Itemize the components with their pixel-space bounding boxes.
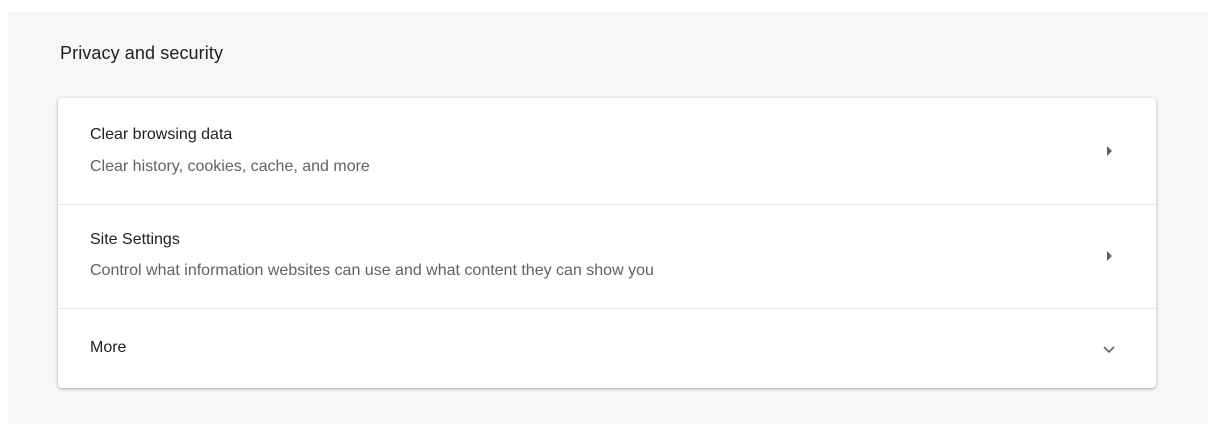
clear-browsing-data-label: Clear browsing data bbox=[90, 126, 233, 143]
arrow-right-icon[interactable] bbox=[1107, 146, 1112, 156]
section-title: Privacy and security bbox=[60, 43, 224, 63]
chevron-down-icon[interactable] bbox=[1102, 342, 1116, 356]
privacy-security-card: Clear browsing data Clear history, cooki… bbox=[58, 98, 1156, 388]
arrow-right-icon[interactable] bbox=[1107, 251, 1112, 261]
settings-page: Privacy and security Clear browsing data… bbox=[8, 12, 1208, 424]
more-label: More bbox=[90, 339, 127, 356]
site-settings-row[interactable]: Site Settings Control what information w… bbox=[58, 204, 1156, 308]
clear-browsing-data-row[interactable]: Clear browsing data Clear history, cooki… bbox=[58, 98, 1156, 204]
clear-browsing-data-description: Clear history, cookies, cache, and more bbox=[90, 158, 370, 175]
more-row[interactable]: More bbox=[58, 308, 1156, 388]
site-settings-label: Site Settings bbox=[90, 231, 180, 248]
site-settings-description: Control what information websites can us… bbox=[90, 262, 654, 279]
